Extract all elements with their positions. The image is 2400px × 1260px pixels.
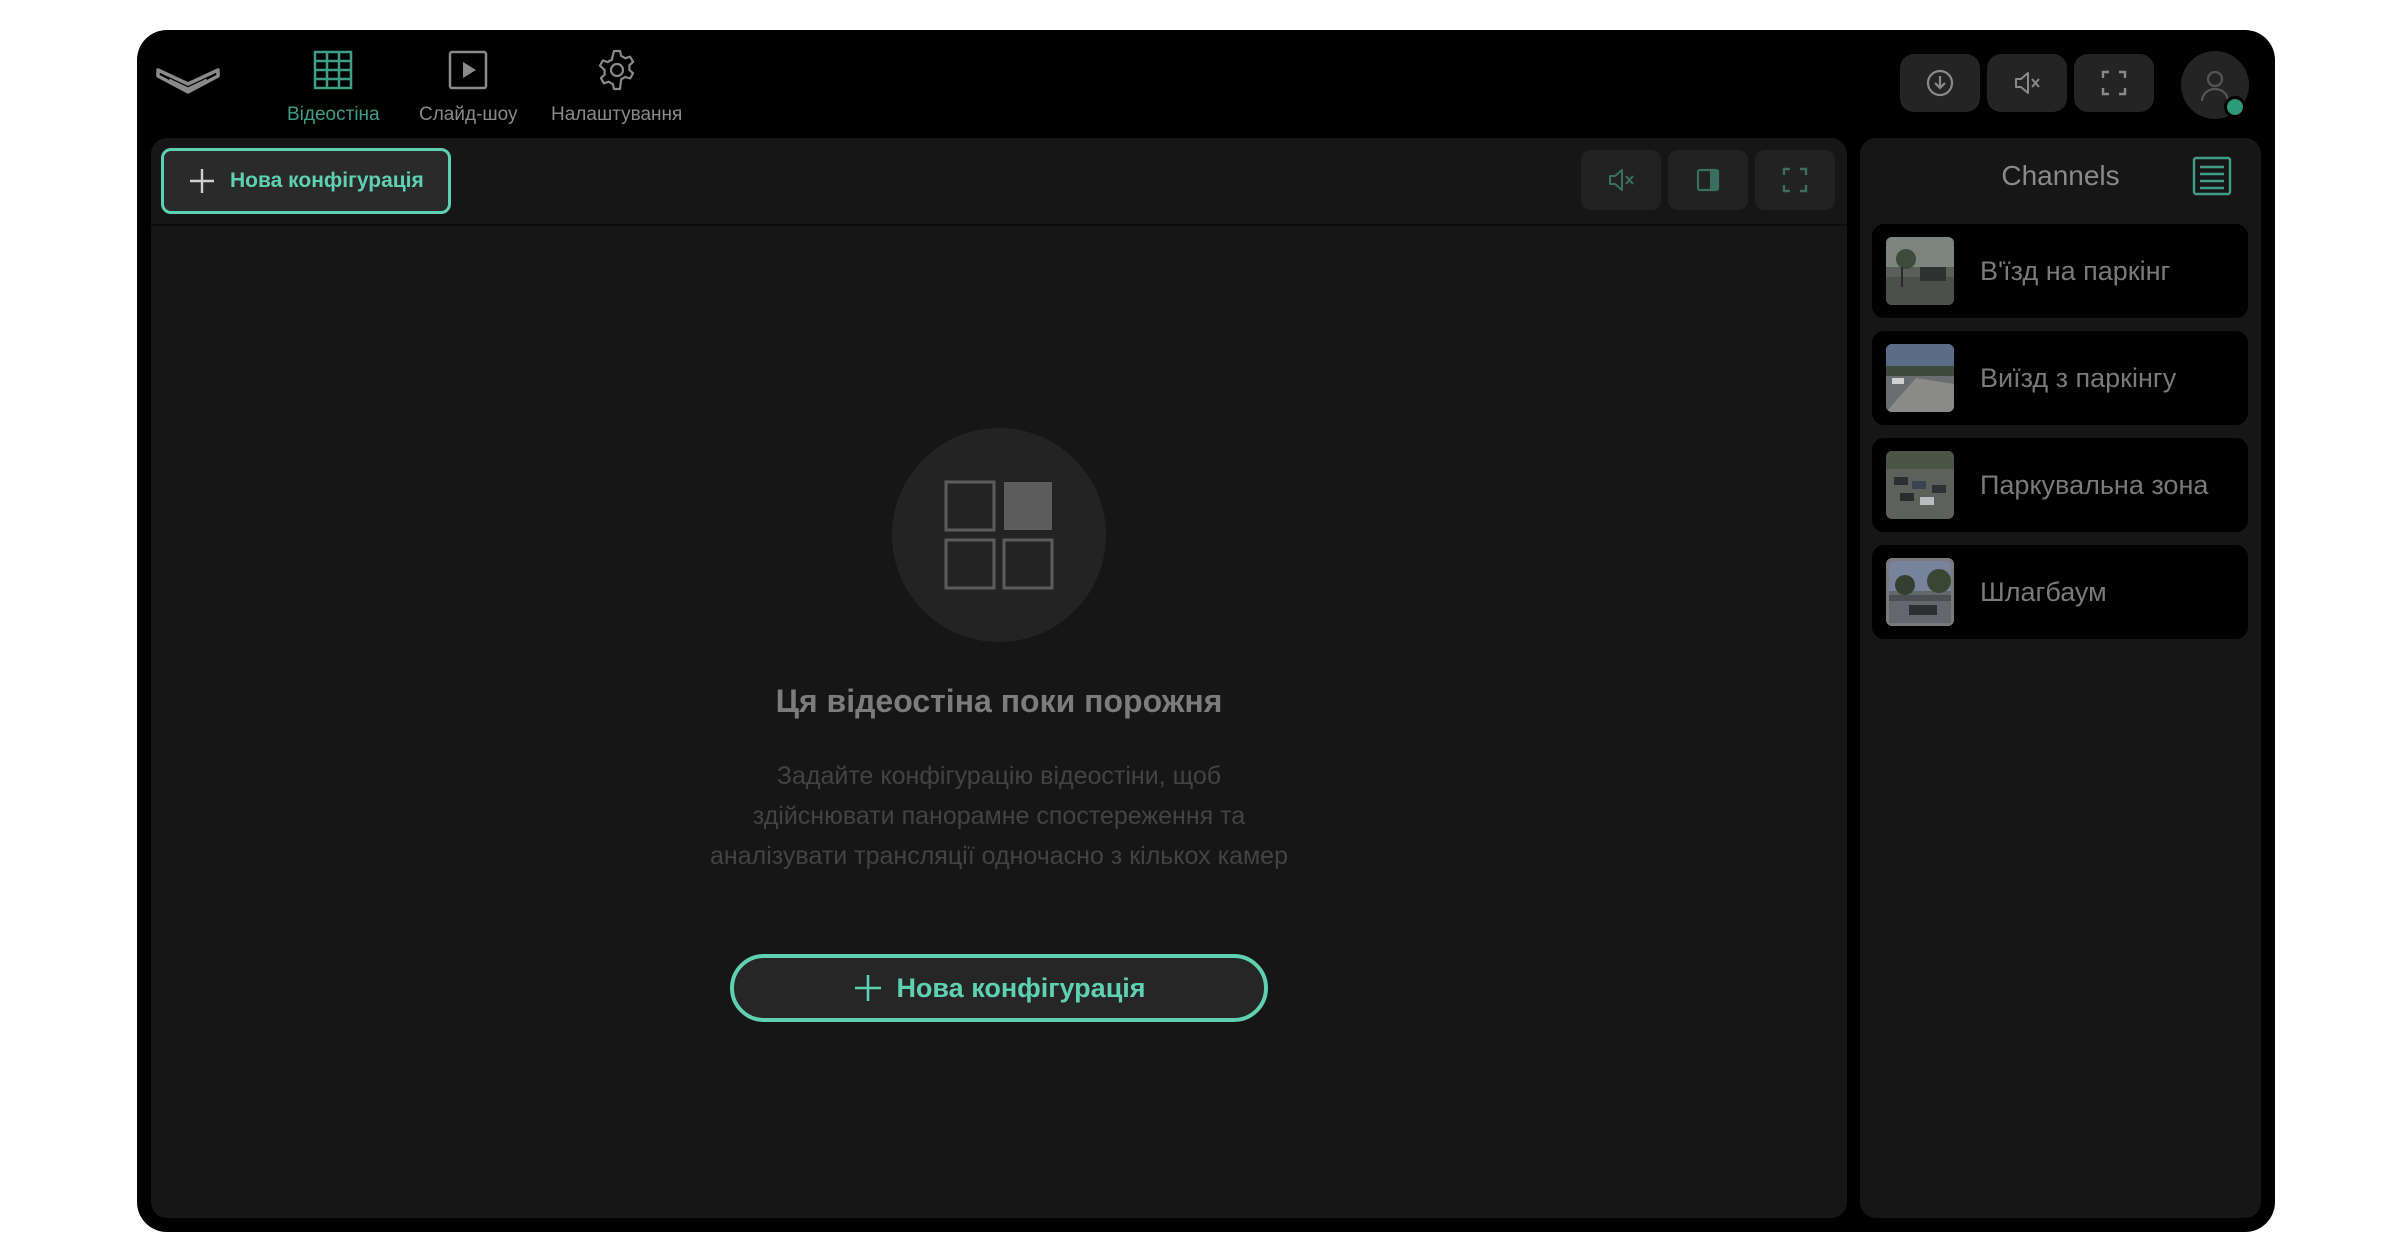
camera-thumbnail (1886, 237, 1954, 305)
list-view-icon[interactable] (2190, 154, 2234, 198)
download-icon (1926, 69, 1954, 97)
create-configuration-label: Нова конфігурація (896, 972, 1146, 1003)
channel-name: Паркувальна зона (1980, 469, 2209, 500)
online-status-badge (2224, 96, 2246, 118)
new-configuration-label: Нова конфігурація (230, 169, 424, 192)
play-icon (449, 50, 488, 90)
videowall-toolbar: Нова конфігурація (151, 138, 1847, 226)
videowall-panel: Нова конфігурація Ця відеостіна поки пор… (151, 138, 1847, 1218)
fullscreen-icon (2101, 70, 2127, 96)
mute-icon (1609, 169, 1634, 191)
nav-label: Слайд-шоу (419, 104, 518, 125)
camera-thumbnail (1886, 558, 1954, 626)
create-configuration-button[interactable]: Нова конфігурація (730, 954, 1268, 1022)
nav-label: Відеостіна (287, 104, 380, 125)
plus-icon (855, 975, 882, 1001)
plus-icon (190, 169, 214, 193)
fullscreen-icon (1782, 167, 1808, 193)
nav-label: Налаштування (551, 104, 683, 125)
mute-icon (2015, 72, 2040, 94)
download-button[interactable] (1900, 54, 1980, 112)
fullscreen-button[interactable] (2074, 54, 2154, 112)
layout-grid-icon (944, 480, 1054, 590)
wall-fullscreen-button[interactable] (1755, 150, 1835, 210)
gear-icon (598, 49, 634, 91)
wall-mute-button[interactable] (1581, 150, 1661, 210)
empty-state-description: Задайте конфігурацію відеостіни, щоб зді… (710, 762, 1288, 870)
grid-icon (314, 50, 353, 90)
channel-name: Виїзд з паркінгу (1980, 362, 2177, 393)
app-window: Відеостіна Слайд-шоу Налаштування Нова к… (137, 30, 2275, 1232)
channels-sidebar: Channels В'їзд на паркінг Виїзд з паркін… (1860, 138, 2261, 1218)
channel-item[interactable]: Шлагбаум (1872, 545, 2248, 639)
logo-icon (156, 68, 220, 94)
channel-name: Шлагбаум (1980, 576, 2107, 607)
camera-thumbnail (1886, 344, 1954, 412)
mute-button[interactable] (1987, 54, 2067, 112)
new-configuration-button[interactable]: Нова конфігурація (161, 148, 451, 214)
side-panel-icon (1696, 168, 1720, 192)
empty-state-title: Ця відеостіна поки порожня (775, 683, 1223, 719)
channel-item[interactable]: Виїзд з паркінгу (1872, 331, 2248, 425)
channel-name: В'їзд на паркінг (1980, 255, 2171, 286)
channel-item[interactable]: В'їзд на паркінг (1872, 224, 2248, 318)
toggle-side-panel-button[interactable] (1668, 150, 1748, 210)
empty-state-illustration (892, 428, 1106, 642)
channel-item[interactable]: Паркувальна зона (1872, 438, 2248, 532)
camera-thumbnail (1886, 451, 1954, 519)
